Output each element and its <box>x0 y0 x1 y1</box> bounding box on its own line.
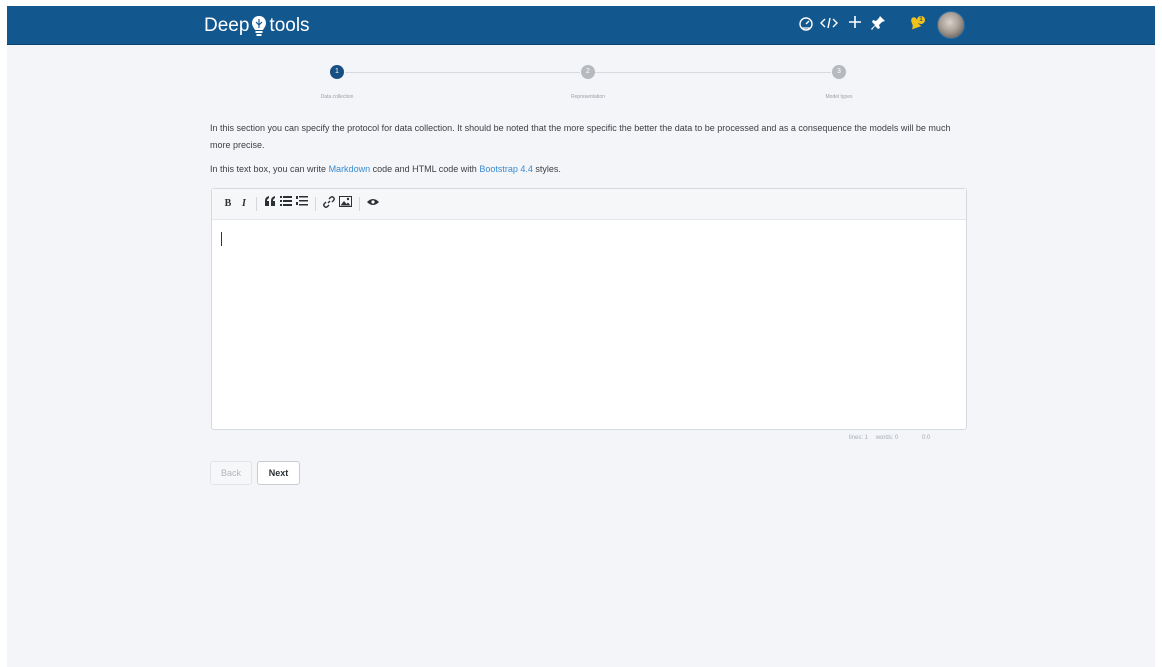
cursor-position: 0:0 <box>922 435 931 441</box>
unordered-list-button[interactable] <box>280 196 292 212</box>
step-connector <box>595 72 831 73</box>
markdown-editor: B I <box>211 188 967 430</box>
step-1-label: Data collection <box>320 94 354 100</box>
text-caret <box>221 232 222 246</box>
step-2-marker[interactable]: 2 <box>581 65 595 79</box>
step-2-label: Representation <box>571 94 605 100</box>
hint-prefix: In this text box, you can write <box>210 164 329 174</box>
section-description: In this section you can specify the prot… <box>210 123 951 150</box>
back-button[interactable]: Back <box>210 461 252 485</box>
preview-eye-icon[interactable] <box>367 196 379 212</box>
bootstrap-link[interactable]: Bootstrap 4.4 <box>479 164 533 174</box>
step-1-marker[interactable]: 1 <box>330 65 344 79</box>
italic-button[interactable]: I <box>238 196 250 212</box>
quote-button[interactable] <box>264 196 276 212</box>
editor-statusbar: lines: 1 words: 0 0:0 <box>843 435 930 441</box>
step-connector <box>345 72 580 73</box>
lines-count: lines: 1 <box>849 435 869 441</box>
bold-button[interactable]: B <box>222 196 234 212</box>
next-button[interactable]: Next <box>257 461 300 485</box>
editor-toolbar: B I <box>212 189 966 220</box>
editor-text-area[interactable] <box>212 220 966 428</box>
app-frame: Deep tools 1 1 2 3 Data collection Repre… <box>7 6 1155 667</box>
step-2-number: 2 <box>586 68 590 75</box>
hint-suffix: styles. <box>532 164 561 174</box>
ordered-list-button[interactable] <box>296 196 308 212</box>
toolbar-divider <box>359 197 360 211</box>
toolbar-divider <box>315 197 316 211</box>
hint-middle: code and HTML code with <box>370 164 480 174</box>
toolbar-divider <box>256 197 257 211</box>
step-3-label: Model types <box>825 94 853 100</box>
step-3-number: 3 <box>837 68 841 75</box>
markdown-link[interactable]: Markdown <box>329 164 371 174</box>
words-count: words: 0 <box>875 435 899 441</box>
stepper: 1 2 3 Data collection Representation Mod… <box>7 6 1155 116</box>
step-3-marker[interactable]: 3 <box>832 65 846 79</box>
step-1-number: 1 <box>335 68 339 75</box>
link-button[interactable] <box>323 196 335 212</box>
image-button[interactable] <box>339 196 352 212</box>
editor-hint: In this text box, you can write Markdown… <box>210 163 561 175</box>
